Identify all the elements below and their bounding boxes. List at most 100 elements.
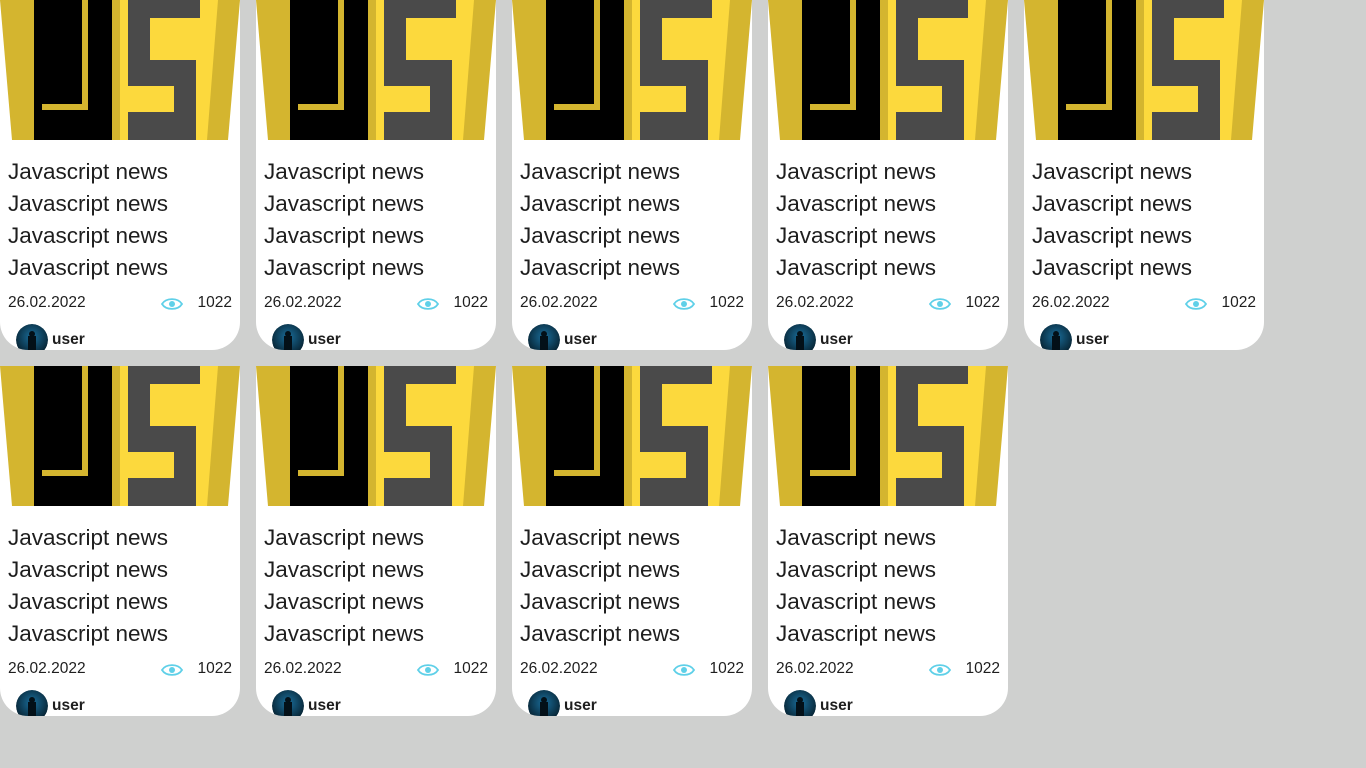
javascript-logo-icon [512,0,752,140]
news-card[interactable]: Javascript news Javascript news Javascript… [768,0,1008,350]
view-count: 1022 [453,660,488,677]
javascript-logo-icon [256,0,496,140]
author-name[interactable]: user [308,697,341,715]
publish-date: 26.02.2022 [520,294,598,311]
javascript-logo-icon [0,366,240,506]
view-count: 1022 [453,294,488,311]
news-title-line: Javascript news [264,621,425,646]
news-meta: 26.02.2022 1022 [264,660,488,680]
news-card[interactable]: Javascript news Javascript news Javascript… [512,0,752,350]
news-title-line: Javascript news [1032,223,1193,248]
view-count: 1022 [1221,294,1256,311]
news-card[interactable]: Javascript news Javascript news Javascript… [0,0,240,350]
avatar[interactable] [272,324,304,350]
view-count: 1022 [965,294,1000,311]
publish-date: 26.02.2022 [776,294,854,311]
author[interactable]: user [520,690,720,716]
news-title-line: Javascript news [776,525,937,550]
publish-date: 26.02.2022 [264,294,342,311]
news-title[interactable]: Javascript news Javascript news Javascript… [264,156,492,284]
news-title-line: Javascript news [264,223,425,248]
javascript-logo-icon [0,0,240,140]
author-name[interactable]: user [52,697,85,715]
view-count: 1022 [709,294,744,311]
author-name[interactable]: user [308,331,341,349]
news-card[interactable]: Javascript news Javascript news Javascript… [256,366,496,716]
news-meta: 26.02.2022 1022 [520,660,744,680]
news-title[interactable]: Javascript news Javascript news Javascript… [1032,156,1260,284]
news-title[interactable]: Javascript news Javascript news Javascript… [776,156,1004,284]
publish-date: 26.02.2022 [776,660,854,677]
avatar[interactable] [16,690,48,716]
author[interactable]: user [8,324,208,350]
news-title[interactable]: Javascript news Javascript news Javascript… [520,522,748,650]
news-title-line: Javascript news [8,525,169,550]
author-name[interactable]: user [820,331,853,349]
news-title-line: Javascript news [776,255,937,280]
news-title-line: Javascript news [8,223,169,248]
avatar[interactable] [784,324,816,350]
avatar[interactable] [16,324,48,350]
avatar[interactable] [528,324,560,350]
javascript-logo-icon [768,366,1008,506]
avatar[interactable] [1040,324,1072,350]
news-card[interactable]: Javascript news Javascript news Javascript… [0,366,240,716]
news-title-line: Javascript news [8,557,169,582]
author[interactable]: user [264,690,464,716]
news-meta: 26.02.2022 1022 [8,660,232,680]
news-title-line: Javascript news [776,159,937,184]
news-meta: 26.02.2022 1022 [776,294,1000,314]
news-title-line: Javascript news [264,589,425,614]
news-card[interactable]: Javascript news Javascript news Javascript… [256,0,496,350]
news-title[interactable]: Javascript news Javascript news Javascript… [8,522,236,650]
news-card[interactable]: Javascript news Javascript news Javascript… [1024,0,1264,350]
javascript-logo-icon [512,366,752,506]
avatar[interactable] [272,690,304,716]
eye-icon [928,664,952,676]
author[interactable]: user [1032,324,1232,350]
author-name[interactable]: user [1076,331,1109,349]
news-title[interactable]: Javascript news Javascript news Javascript… [776,522,1004,650]
news-title-line: Javascript news [1032,191,1193,216]
news-title[interactable]: Javascript news Javascript news Javascript… [8,156,236,284]
javascript-logo-icon [768,0,1008,140]
news-title-line: Javascript news [520,621,681,646]
news-title-line: Javascript news [776,589,937,614]
news-title-line: Javascript news [264,191,425,216]
news-title-line: Javascript news [1032,159,1193,184]
author[interactable]: user [264,324,464,350]
author-name[interactable]: user [564,331,597,349]
eye-icon [928,298,952,310]
author-name[interactable]: user [52,331,85,349]
author[interactable]: user [776,690,976,716]
news-title-line: Javascript news [520,589,681,614]
news-title-line: Javascript news [520,255,681,280]
eye-icon [160,664,184,676]
eye-icon [1184,298,1208,310]
publish-date: 26.02.2022 [520,660,598,677]
news-meta: 26.02.2022 1022 [8,294,232,314]
news-grid: Javascript news Javascript news Javascript… [0,0,1366,768]
eye-icon [672,298,696,310]
author[interactable]: user [520,324,720,350]
news-title-line: Javascript news [1032,255,1193,280]
news-title-line: Javascript news [264,255,425,280]
news-title-line: Javascript news [520,159,681,184]
author[interactable]: user [776,324,976,350]
author-name[interactable]: user [564,697,597,715]
author[interactable]: user [8,690,208,716]
news-card[interactable]: Javascript news Javascript news Javascript… [768,366,1008,716]
news-title[interactable]: Javascript news Javascript news Javascript… [520,156,748,284]
author-name[interactable]: user [820,697,853,715]
publish-date: 26.02.2022 [8,660,86,677]
news-title[interactable]: Javascript news Javascript news Javascript… [264,522,492,650]
news-title-line: Javascript news [8,621,169,646]
news-title-line: Javascript news [520,223,681,248]
news-title-line: Javascript news [8,191,169,216]
view-count: 1022 [709,660,744,677]
news-title-line: Javascript news [776,621,937,646]
avatar[interactable] [528,690,560,716]
news-meta: 26.02.2022 1022 [520,294,744,314]
avatar[interactable] [784,690,816,716]
news-card[interactable]: Javascript news Javascript news Javascript… [512,366,752,716]
